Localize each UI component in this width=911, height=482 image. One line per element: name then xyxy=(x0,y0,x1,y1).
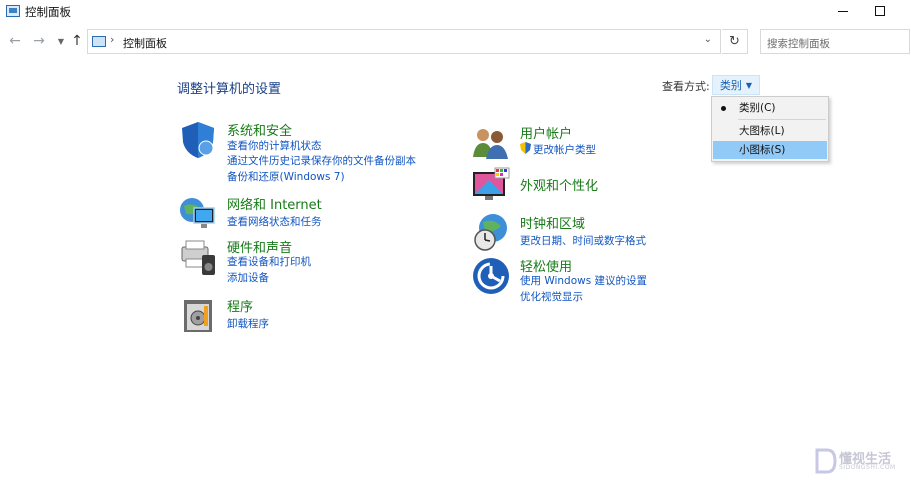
menu-item-label: 类别(C) xyxy=(739,102,776,114)
control-panel-icon xyxy=(6,5,20,17)
uac-shield-icon xyxy=(520,142,531,154)
menu-item-small-icons[interactable]: 小图标(S) xyxy=(713,141,827,159)
view-by-value: 类别 xyxy=(719,79,742,92)
window-title: 控制面板 xyxy=(25,5,71,19)
control-panel-icon xyxy=(92,36,106,47)
title-bar: 控制面板 xyxy=(0,0,911,24)
programs-box-icon[interactable] xyxy=(178,296,218,336)
category-link[interactable]: 查看设备和打印机 xyxy=(227,254,311,269)
maximize-button[interactable] xyxy=(857,0,903,22)
category-title[interactable]: 时钟和区域 xyxy=(520,213,585,232)
menu-item-large-icons[interactable]: 大图标(L) xyxy=(713,122,827,140)
page-title: 调整计算机的设置 xyxy=(177,82,282,97)
watermark: 懂视生活 SIDONGSHI.COM xyxy=(815,446,909,476)
menu-separator xyxy=(738,119,826,120)
category-link[interactable]: 使用 Windows 建议的设置 xyxy=(520,273,647,288)
category-link[interactable]: 查看你的计算机状态 xyxy=(227,138,322,153)
navigation-bar: ← → ▼ ↑ › 控制面板 ⌄ ↻ 搜索控制面板 xyxy=(0,28,911,56)
refresh-button[interactable]: ↻ xyxy=(722,29,748,54)
category-title[interactable]: 系统和安全 xyxy=(227,120,292,139)
category-link[interactable]: 备份和还原(Windows 7) xyxy=(227,169,345,184)
refresh-icon: ↻ xyxy=(729,34,740,49)
category-title[interactable]: 网络和 Internet xyxy=(227,194,322,213)
category-link[interactable]: 更改帐户类型 xyxy=(533,142,596,157)
category-title[interactable]: 外观和个性化 xyxy=(520,175,598,194)
shield-icon[interactable] xyxy=(178,120,218,160)
caret-down-icon: ▼ xyxy=(745,80,753,90)
up-button[interactable]: ↑ xyxy=(68,32,86,50)
category-title[interactable]: 用户帐户 xyxy=(520,123,572,142)
menu-item-label: 小图标(S) xyxy=(739,144,786,156)
menu-item-label: 大图标(L) xyxy=(739,125,785,137)
view-by-label: 查看方式: xyxy=(662,80,710,93)
selected-bullet-icon xyxy=(721,106,726,111)
breadcrumb-separator[interactable]: › xyxy=(110,33,114,46)
category-link[interactable]: 优化视觉显示 xyxy=(520,289,583,304)
forward-button[interactable]: → xyxy=(30,32,48,50)
category-link[interactable]: 更改日期、时间或数字格式 xyxy=(520,233,646,248)
ease-of-access-icon[interactable] xyxy=(471,256,511,296)
back-button[interactable]: ← xyxy=(6,32,24,50)
monitor-palette-icon[interactable] xyxy=(471,166,511,206)
search-input[interactable]: 搜索控制面板 xyxy=(760,29,910,54)
watermark-subtext: SIDONGSHI.COM xyxy=(839,464,896,471)
minimize-icon xyxy=(838,10,848,12)
view-by-menu: 类别(C) 大图标(L) 小图标(S) xyxy=(711,96,829,162)
category-link[interactable]: 通过文件历史记录保存你的文件备份副本 xyxy=(227,153,416,168)
users-icon[interactable] xyxy=(471,123,511,163)
clock-globe-icon[interactable] xyxy=(471,212,511,252)
chevron-down-icon[interactable]: ⌄ xyxy=(704,34,712,45)
breadcrumb-control-panel[interactable]: 控制面板 xyxy=(123,35,167,51)
address-bar[interactable]: › 控制面板 ⌄ xyxy=(87,29,721,54)
category-link[interactable]: 卸载程序 xyxy=(227,316,269,331)
menu-item-category[interactable]: 类别(C) xyxy=(713,99,827,117)
maximize-icon xyxy=(875,6,885,16)
search-placeholder: 搜索控制面板 xyxy=(767,38,830,50)
category-link[interactable]: 添加设备 xyxy=(227,270,269,285)
watermark-logo-icon xyxy=(815,448,837,474)
view-by-dropdown[interactable]: 类别 ▼ xyxy=(712,75,760,95)
category-title[interactable]: 程序 xyxy=(227,296,253,315)
printer-speaker-icon[interactable] xyxy=(178,237,218,277)
category-link[interactable]: 查看网络状态和任务 xyxy=(227,214,322,229)
network-globe-icon[interactable] xyxy=(178,194,218,234)
